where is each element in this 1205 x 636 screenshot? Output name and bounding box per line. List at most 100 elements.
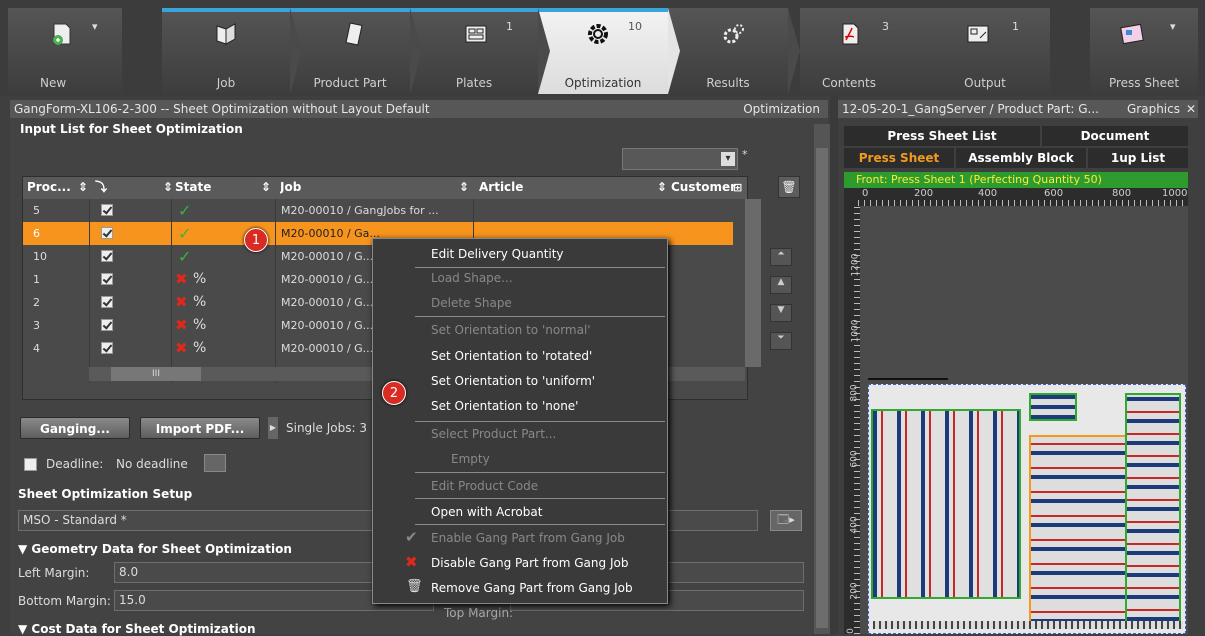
error-x-icon: ✖	[175, 316, 188, 334]
step-plates[interactable]: 1 Plates	[410, 8, 538, 94]
menu-edit-delivery-quantity[interactable]: Edit Delivery Quantity	[373, 241, 667, 267]
callout-badge-2: 2	[382, 381, 406, 405]
move-bottom-icon[interactable]: ⏷	[770, 332, 792, 350]
step-product-part[interactable]: Product Part	[290, 8, 410, 94]
gang-parts-block[interactable]	[871, 409, 1021, 599]
splitter[interactable]	[830, 96, 838, 634]
new-button[interactable]: ▾ New	[8, 8, 122, 94]
graphics-title-bar: 12-05-20-1_GangServer / Product Part: G.…	[838, 100, 1198, 118]
left-margin-label: Left Margin:	[18, 566, 90, 580]
column-job[interactable]: Job	[280, 176, 301, 199]
press-sheet-dropdown-icon[interactable]: ▾	[1170, 20, 1176, 33]
product-part-label: Product Part	[313, 76, 387, 90]
sort-icon[interactable]: ⇕	[78, 176, 88, 199]
calendar-icon[interactable]	[204, 454, 226, 472]
column-article[interactable]: Article	[479, 176, 523, 199]
error-x-icon: ✖	[175, 339, 188, 357]
step-contents[interactable]: 3 Contents	[800, 8, 920, 94]
ruler-y-label: 1200	[850, 253, 861, 277]
tab-assembly-block[interactable]: Assembly Block	[956, 148, 1086, 168]
scroll-thumb[interactable]: III	[111, 367, 201, 381]
menu-orientation-rotated[interactable]: Set Orientation to 'rotated'	[373, 343, 667, 369]
sort-icon[interactable]: ⇕	[261, 176, 271, 199]
row-checkbox[interactable]	[101, 273, 113, 285]
row-checkbox[interactable]	[101, 227, 113, 239]
proc-cell: 1	[33, 273, 40, 286]
menu-orientation-uniform[interactable]: Set Orientation to 'uniform'	[373, 368, 667, 394]
ruler-y-label: 200	[849, 582, 860, 600]
row-checkbox[interactable]	[101, 319, 113, 331]
menu-empty: Empty	[451, 452, 490, 466]
panel-title: GangForm-XL106-2-300 -- Sheet Optimizati…	[14, 102, 430, 116]
percent-icon: %	[193, 271, 207, 287]
tab-document[interactable]: Document	[1042, 126, 1188, 146]
row-checkbox[interactable]	[101, 296, 113, 308]
graphics-title: 12-05-20-1_GangServer / Product Part: G.…	[842, 102, 1099, 116]
table-header: Proc... ⇕ ⤵ ⇕ State ⇕ Job ⇕ Article ⇕ Cu…	[23, 177, 747, 199]
error-x-icon: ✖	[175, 293, 188, 311]
row-checkbox[interactable]	[101, 250, 113, 262]
percent-icon: %	[193, 317, 207, 333]
press-sheet-canvas[interactable]	[860, 206, 1188, 634]
step-results[interactable]: Results	[668, 8, 788, 94]
proc-cell: 5	[33, 204, 40, 217]
close-icon[interactable]: ✕	[1186, 100, 1196, 118]
job-icon	[216, 23, 236, 45]
chevron-down-icon[interactable]: ▾	[721, 152, 735, 166]
geometry-heading-label: Geometry Data for Sheet Optimization	[31, 542, 292, 556]
move-top-icon[interactable]: ⏶	[770, 248, 792, 266]
setup-options-icon[interactable]: 🗔▸	[770, 510, 802, 531]
step-output[interactable]: 1 Output	[920, 8, 1050, 94]
press-sheet-preview[interactable]	[868, 384, 1186, 634]
menu-disable-gang-part[interactable]: Disable Gang Part from Gang Job	[373, 550, 667, 576]
import-pdf-button[interactable]: Import PDF...	[140, 417, 260, 439]
gear-icon	[588, 24, 608, 44]
gang-part-tile[interactable]	[1029, 393, 1077, 421]
job-cell: M20-00010 / G...	[281, 319, 374, 332]
ruler-y-label: 600	[849, 450, 860, 468]
move-down-icon[interactable]: ▼	[770, 304, 792, 322]
press-sheet-icon	[1120, 23, 1144, 45]
panel-scrollbar[interactable]	[814, 124, 830, 634]
filter-dropdown[interactable]: ▾	[622, 148, 738, 170]
ganging-button[interactable]: Ganging...	[20, 417, 130, 439]
column-proc[interactable]: Proc...	[27, 176, 71, 199]
table-row[interactable]: 5 ✓ M20-00010 / GangJobs for ...	[23, 199, 733, 222]
column-chooser-icon[interactable]: ⊞	[733, 176, 742, 199]
setup-heading: Sheet Optimization Setup	[18, 487, 193, 501]
sort-icon[interactable]: ⇕	[657, 176, 667, 199]
menu-remove-gang-part[interactable]: Remove Gang Part from Gang Job	[373, 575, 667, 601]
step-job[interactable]: Job	[162, 8, 290, 94]
tab-1up-list[interactable]: 1up List	[1088, 148, 1188, 168]
step-optimization[interactable]: 10 Optimization	[538, 8, 668, 94]
tab-press-sheet[interactable]: Press Sheet	[844, 148, 954, 168]
deadline-checkbox[interactable]	[24, 458, 37, 471]
move-up-icon[interactable]: ▲	[770, 276, 792, 294]
row-checkbox[interactable]	[101, 204, 113, 216]
ruler-y-label: 800	[849, 384, 860, 402]
gang-parts-column[interactable]	[1125, 393, 1181, 623]
geometry-heading[interactable]: ▼ Geometry Data for Sheet Optimization	[18, 542, 292, 556]
output-icon	[967, 25, 989, 43]
ruler-x-label: 800	[1112, 188, 1132, 199]
press-sheet-button[interactable]: ▾ Press Sheet	[1090, 8, 1198, 94]
menu-orientation-none[interactable]: Set Orientation to 'none'	[373, 393, 667, 419]
sheet-side-bar[interactable]: Front: Press Sheet 1 (Perfecting Quantit…	[844, 172, 1188, 188]
job-cell: M20-00010 / GangJobs for ...	[281, 204, 439, 217]
horizontal-ruler: 0 200 400 600 800 1000	[844, 188, 1188, 206]
tab-press-sheet-list[interactable]: Press Sheet List	[844, 126, 1040, 146]
vertical-scrollbar[interactable]	[745, 199, 761, 367]
output-count: 1	[1012, 20, 1019, 33]
column-state[interactable]: State	[175, 176, 211, 199]
sort-icon[interactable]: ⇕	[459, 176, 469, 199]
percent-icon: %	[193, 294, 207, 310]
column-check-icon[interactable]: ⤵	[95, 176, 107, 199]
menu-open-with-acrobat[interactable]: Open with Acrobat	[373, 499, 667, 525]
import-menu-arrow-icon[interactable]: ▶	[268, 417, 278, 439]
column-customer[interactable]: Customer	[671, 176, 736, 199]
sort-icon[interactable]: ⇕	[163, 176, 173, 199]
row-checkbox[interactable]	[101, 342, 113, 354]
trash-icon[interactable]: 🗑	[778, 176, 800, 198]
dropdown-icon[interactable]: ▾	[92, 20, 98, 33]
job-cell: M20-00010 / G...	[281, 250, 374, 263]
